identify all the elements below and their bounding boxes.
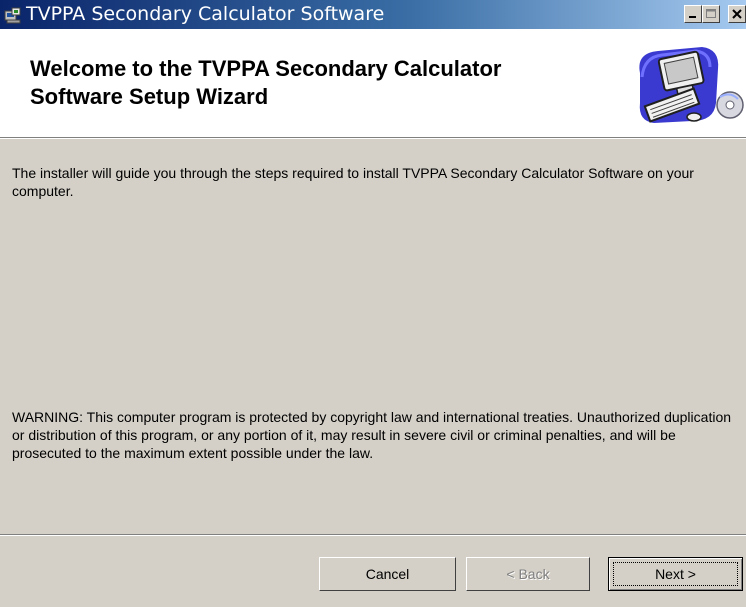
copyright-warning: WARNING: This computer program is protec… [12,409,732,461]
installer-app-icon [4,6,22,24]
next-label: Next > [655,566,696,582]
maximize-button[interactable] [702,5,720,23]
title-bar[interactable]: TVPPA Secondary Calculator Software [0,0,746,29]
computer-setup-icon [632,43,746,127]
header-separator-highlight [0,138,746,139]
page-title: Welcome to the TVPPA Secondary Calculato… [30,56,502,109]
minimize-button[interactable] [684,5,702,23]
minimize-icon [689,16,696,18]
window-title: TVPPA Secondary Calculator Software [26,3,385,25]
cancel-button[interactable]: Cancel [319,557,456,591]
maximize-icon [706,9,716,18]
intro-text: The installer will guide you through the… [12,165,694,199]
back-label: < Back [506,566,550,582]
cancel-label: Cancel [365,566,410,582]
next-button[interactable]: Next > [608,557,743,591]
close-icon [732,9,742,19]
back-button[interactable]: < Back [466,557,590,591]
footer-separator-highlight [0,535,746,536]
wizard-header: Welcome to the TVPPA Secondary Calculato… [0,29,746,137]
close-button[interactable] [728,5,746,23]
